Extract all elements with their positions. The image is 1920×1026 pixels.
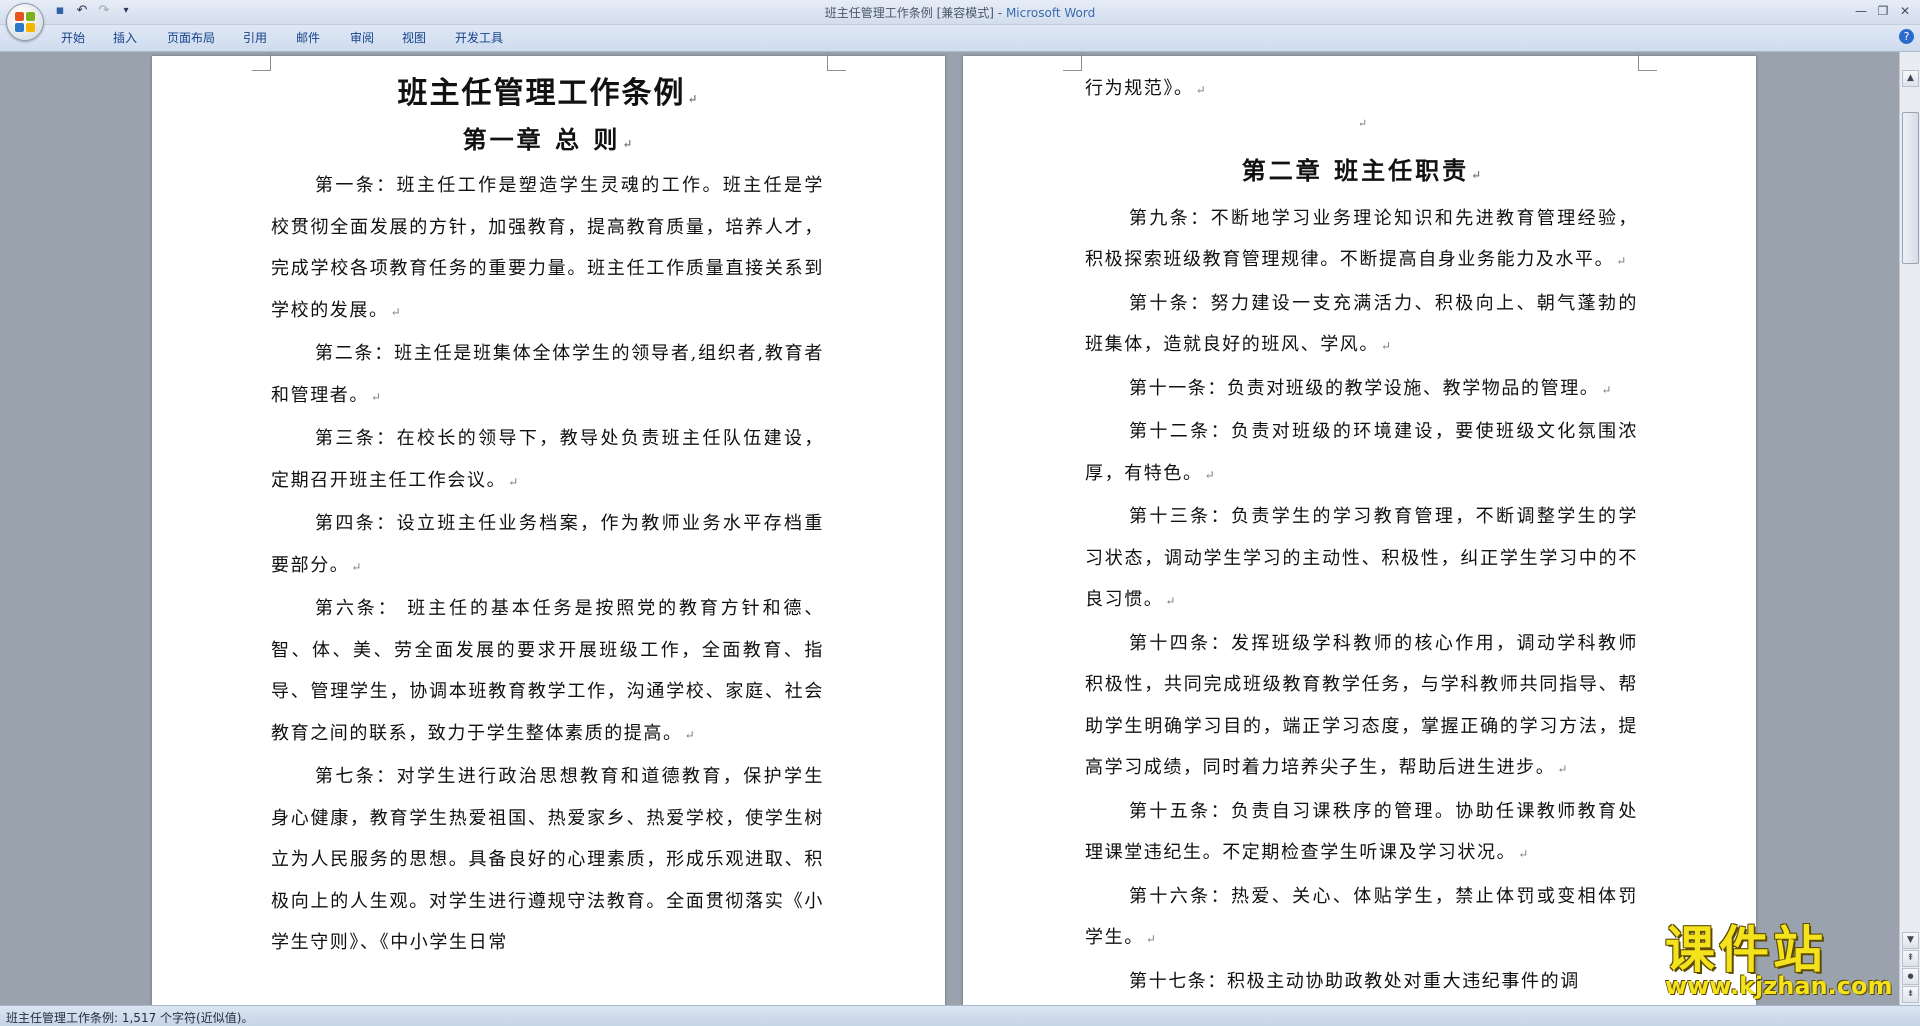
restore-icon[interactable]: ❐ xyxy=(1872,2,1894,20)
select-browse-object-icon[interactable]: ● xyxy=(1902,968,1919,985)
article-paragraph: 第十三条：负责学生的学习教育管理，不断调整学生的学习状态，调动学生学习的主动性、… xyxy=(1085,506,1638,610)
article-paragraph: 第十二条：负责对班级的环境建设，要使班级文化氛围浓厚，有特色。 ↵ xyxy=(1085,421,1638,484)
article-paragraph: 第九条：不断地学习业务理论知识和先进教育管理经验，积极探索班级教育管理规律。不断… xyxy=(1085,207,1638,271)
close-icon[interactable]: ✕ xyxy=(1894,2,1916,20)
minimize-icon[interactable]: — xyxy=(1850,2,1872,20)
document-title: 班主任管理工作条例 ↵ xyxy=(397,76,698,111)
article-paragraph: 第十七条：积极主动协助政教处对重大违纪事件的调 xyxy=(1129,970,1580,992)
title-separator: - xyxy=(993,6,1006,20)
article-paragraph: 第六条： 班主任的基本任务是按照党的教育方针和德、智、体、美、劳全面发展的要求开… xyxy=(271,598,824,744)
document-page-1[interactable]: 班主任管理工作条例 ↵ 第一章 总 则 ↵ 第一条：班主任工作是塑造学生灵魂的工作。… xyxy=(152,52,945,1005)
article-paragraph: 第三条：在校长的领导下，教导处负责班主任队伍建设，定期召开班主任工作会议。 ↵ xyxy=(271,428,824,491)
article-paragraph: 第一条：班主任工作是塑造学生灵魂的工作。班主任是学校贯彻全面发展的方针，加强教育… xyxy=(271,175,824,321)
article-paragraph: 第二条：班主任是班集体全体学生的领导者,组织者,教育者和管理者。 ↵ xyxy=(271,343,824,406)
page-2-body: 行为规范》。 ↵ ↵ 第二章 班主任职责 ↵ 第九条：不断地学习业务理论知识和先进教… xyxy=(1085,68,1638,1002)
margin-corner-mark xyxy=(1638,52,1657,71)
help-icon[interactable]: ? xyxy=(1899,29,1914,44)
tab-view[interactable]: 视图 xyxy=(402,29,426,46)
window-title: 班主任管理工作条例 [兼容模式] - Microsoft Word xyxy=(0,4,1920,21)
document-workspace[interactable]: 班主任管理工作条例 ↵ 第一章 总 则 ↵ 第一条：班主任工作是塑造学生灵魂的工作。… xyxy=(0,52,1900,1005)
page-1-body: 班主任管理工作条例 ↵ 第一章 总 则 ↵ 第一条：班主任工作是塑造学生灵魂的工作。… xyxy=(271,72,824,964)
document-page-2[interactable]: 行为规范》。 ↵ ↵ 第二章 班主任职责 ↵ 第九条：不断地学习业务理论知识和先进教… xyxy=(963,52,1756,1005)
tab-home[interactable]: 开始 xyxy=(61,29,85,46)
watermark-text: 课件站 xyxy=(1665,921,1827,979)
next-page-icon[interactable]: ⇟ xyxy=(1902,986,1919,1003)
article-paragraph: 第十四条：发挥班级学科教师的核心作用，调动学科教师积极性，共同完成班级教育教学任… xyxy=(1085,632,1638,779)
ribbon-tabs: 开始 插入 页面布局 引用 邮件 审阅 视图 开发工具 ? xyxy=(0,25,1920,52)
scroll-up-icon[interactable]: ▲ xyxy=(1902,70,1919,87)
office-logo-icon xyxy=(15,12,35,32)
word-count-status[interactable]: 班主任管理工作条例: 1,517 个字符(近似值)。 xyxy=(6,1009,253,1026)
chapter-heading: 第一章 总 则 ↵ xyxy=(462,125,633,154)
office-button[interactable] xyxy=(6,3,44,41)
article-paragraph: 第十五条：负责自习课秩序的管理。协助任课教师教育处理课堂违纪生。不定期检查学生听… xyxy=(1085,800,1638,864)
article-paragraph: 第四条：设立班主任业务档案，作为教师业务水平存档重要部分。 ↵ xyxy=(271,513,824,576)
margin-corner-mark xyxy=(1063,52,1082,71)
article-paragraph: 第七条：对学生进行政治思想教育和道德教育，保护学生身心健康，教育学生热爱祖国、热… xyxy=(271,766,824,953)
article-paragraph: 第十一条：负责对班级的教学设施、教学物品的管理。 ↵ xyxy=(1129,377,1612,399)
status-bar: 班主任管理工作条例: 1,517 个字符(近似值)。 xyxy=(0,1005,1920,1026)
article-paragraph: 第十条：努力建设一支充满活力、积极向上、朝气蓬勃的班集体，造就良好的班风、学风。… xyxy=(1085,292,1638,356)
previous-page-icon[interactable]: ⇞ xyxy=(1902,950,1919,967)
tab-review[interactable]: 审阅 xyxy=(350,29,374,46)
margin-corner-mark xyxy=(827,52,846,71)
document-name: 班主任管理工作条例 [兼容模式] xyxy=(824,6,994,20)
margin-corner-mark xyxy=(252,52,271,71)
scroll-down-icon[interactable]: ▼ xyxy=(1902,932,1919,949)
application-name: Microsoft Word xyxy=(1005,6,1096,20)
window-controls: — ❐ ✕ xyxy=(1850,2,1916,20)
tab-page-layout[interactable]: 页面布局 xyxy=(167,29,215,46)
tab-insert[interactable]: 插入 xyxy=(113,29,137,46)
continued-paragraph: 行为规范》。 ↵ xyxy=(1085,78,1206,99)
chapter-heading: 第二章 班主任职责 ↵ xyxy=(1241,155,1482,185)
empty-paragraph: ↵ xyxy=(1357,116,1368,130)
tab-references[interactable]: 引用 xyxy=(243,29,267,46)
watermark-url: www.kjzhan.com xyxy=(1665,972,1893,1000)
site-watermark-logo: 课件站 www.kjzhan.com xyxy=(1665,924,1895,1004)
tab-developer[interactable]: 开发工具 xyxy=(455,29,503,46)
article-paragraph: 第十六条：热爱、关心、体贴学生，禁止体罚或变相体罚学生。 ↵ xyxy=(1085,885,1638,949)
scrollbar-thumb[interactable] xyxy=(1902,112,1919,264)
vertical-scrollbar[interactable]: ▲ ▼ ⇞ ● ⇟ xyxy=(1899,52,1920,1005)
tab-mailings[interactable]: 邮件 xyxy=(296,29,320,46)
title-bar: ▪ ↶ ↷ ▾ 班主任管理工作条例 [兼容模式] - Microsoft Wor… xyxy=(0,0,1920,25)
